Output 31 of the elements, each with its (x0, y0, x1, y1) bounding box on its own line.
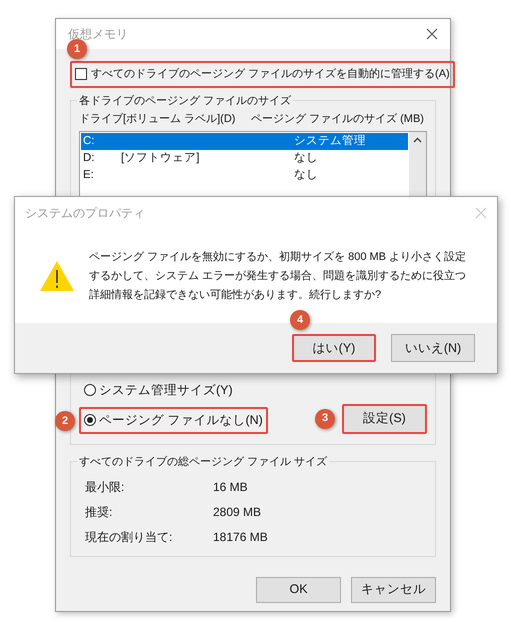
step-number-badge: 3 (315, 408, 335, 428)
auto-manage-checkbox[interactable]: すべてのドライブのページング ファイルのサイズを自動的に管理する(A) (70, 61, 455, 88)
close-icon[interactable] (426, 28, 438, 40)
info-value: 18176 MB (213, 528, 268, 546)
step-number-badge: 1 (67, 39, 87, 59)
warning-message: ページング ファイルを無効にするか、初期サイズを 800 MB より小さく設定するかして、システム エラーが発生する場合、問題を識別するために役立つ詳細情報を記録できない可能性があります。続行しますか? (89, 250, 468, 302)
column-header: ドライブ (79, 112, 123, 126)
info-value: 16 MB (213, 478, 248, 496)
dialog-button[interactable]: キャンセル (351, 576, 436, 602)
set-button[interactable]: 設定(S) (342, 404, 427, 434)
warning-icon (39, 260, 75, 292)
radio-option[interactable]: システム管理サイズ(Y) (79, 377, 268, 404)
group-title: すべてのドライブの総ページング ファイル サイズ (77, 454, 330, 470)
info-label: 推奨: (85, 504, 114, 520)
dialog-button[interactable]: はい(Y) (292, 334, 376, 362)
info-label: 最小限: (85, 478, 126, 496)
scroll-up-icon[interactable] (413, 137, 422, 143)
window-title: システムのプロパティ (25, 205, 145, 222)
info-value: 2809 MB (213, 504, 262, 520)
drive-row[interactable]: D: [ソフトウェア] なし (81, 150, 408, 167)
info-label: 現在の割り当て: (85, 528, 174, 546)
radio-option[interactable]: ページング ファイルなし(N) (79, 406, 268, 434)
step-number-badge: 4 (290, 310, 310, 330)
drive-row[interactable]: E: なし (81, 167, 408, 184)
column-header: ページング ファイルのサイズ (MB) (251, 112, 424, 126)
column-header: [ボリューム ラベル](D) (123, 112, 236, 126)
dialog-button[interactable]: いいえ(N) (391, 334, 475, 362)
step-number-badge: 2 (55, 410, 75, 431)
group-title: 各ドライブのページング ファイルのサイズ (77, 92, 294, 109)
dialog-button[interactable]: OK (256, 576, 341, 602)
drive-row[interactable]: C: システム管理 (81, 133, 408, 150)
